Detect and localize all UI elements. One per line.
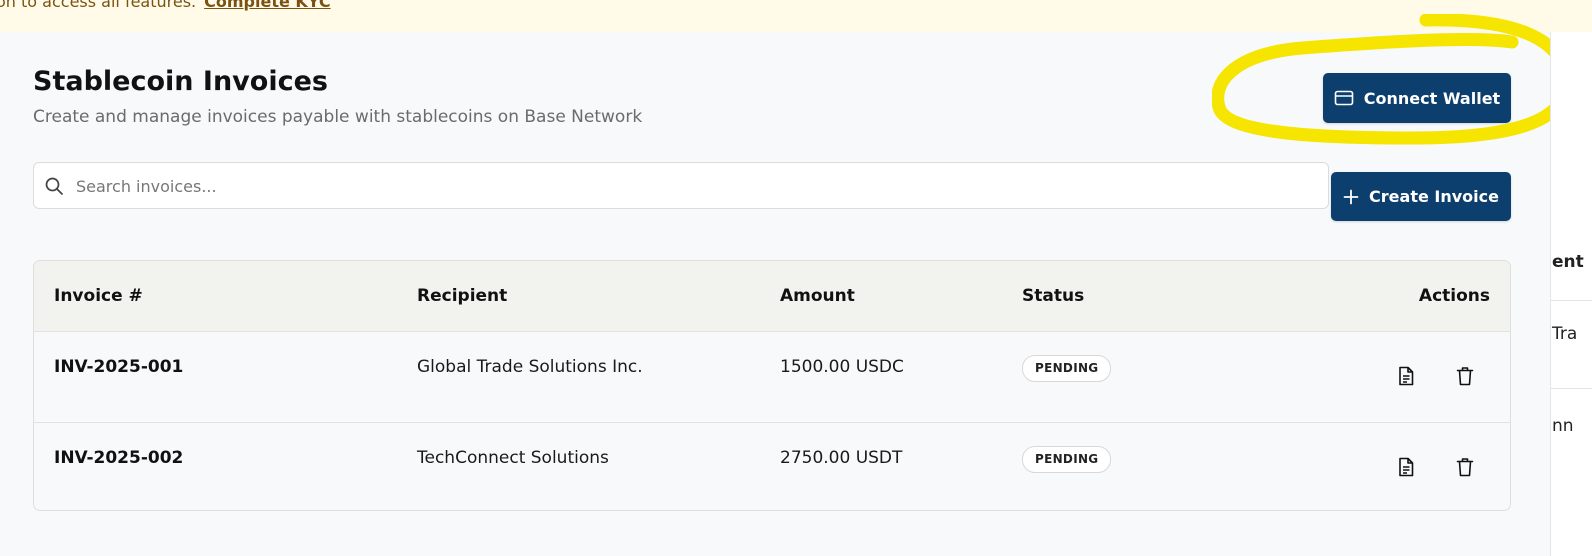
divider	[1551, 388, 1592, 389]
plus-icon	[1343, 189, 1359, 204]
kyc-banner: on to access all features. Complete KYC	[0, 0, 1592, 32]
kyc-banner-content: on to access all features. Complete KYC	[0, 0, 331, 11]
side-panel-fragment: Tra	[1552, 324, 1578, 344]
status-badge: PENDING	[1022, 446, 1112, 473]
page-subtitle: Create and manage invoices payable with …	[33, 107, 643, 127]
invoices-table: Invoice # Recipient Amount Status Action…	[33, 260, 1511, 511]
invoice-amount: 2750.00 USDT	[780, 448, 903, 468]
search-box	[33, 162, 1329, 210]
side-panel-fragment: ent	[1552, 252, 1584, 272]
invoice-number: INV-2025-002	[54, 448, 184, 468]
column-header-status: Status	[1022, 286, 1085, 306]
document-icon[interactable]	[1395, 365, 1417, 387]
page-title: Stablecoin Invoices	[33, 66, 328, 97]
connect-wallet-button[interactable]: Connect Wallet	[1323, 73, 1511, 123]
trash-icon[interactable]	[1454, 456, 1476, 478]
recipient-name: Global Trade Solutions Inc.	[417, 357, 643, 377]
invoice-amount: 1500.00 USDC	[780, 357, 904, 377]
table-row: INV-2025-002 TechConnect Solutions 2750.…	[34, 423, 1510, 510]
column-header-actions: Actions	[1418, 286, 1490, 306]
invoice-number: INV-2025-001	[54, 357, 184, 377]
side-panel-fragment: nn	[1552, 416, 1574, 436]
column-header-amount: Amount	[780, 286, 855, 306]
divider	[1551, 300, 1592, 301]
search-icon	[45, 177, 63, 195]
wallet-card-icon	[1334, 90, 1354, 106]
create-invoice-label: Create Invoice	[1369, 187, 1499, 206]
table-row: INV-2025-001 Global Trade Solutions Inc.…	[34, 332, 1510, 423]
search-input[interactable]	[74, 163, 1318, 210]
complete-kyc-link[interactable]: Complete KYC	[204, 0, 330, 11]
create-invoice-button[interactable]: Create Invoice	[1331, 172, 1511, 221]
status-badge: PENDING	[1022, 355, 1112, 382]
trash-icon[interactable]	[1454, 365, 1476, 387]
document-icon[interactable]	[1395, 456, 1417, 478]
column-header-invoice: Invoice #	[54, 286, 143, 306]
table-header: Invoice # Recipient Amount Status Action…	[34, 261, 1510, 332]
kyc-banner-text: on to access all features.	[0, 0, 197, 11]
clipped-side-panel: ent Tra nn	[1550, 32, 1592, 556]
column-header-recipient: Recipient	[417, 286, 508, 306]
recipient-name: TechConnect Solutions	[417, 448, 609, 468]
connect-wallet-label: Connect Wallet	[1363, 88, 1501, 108]
